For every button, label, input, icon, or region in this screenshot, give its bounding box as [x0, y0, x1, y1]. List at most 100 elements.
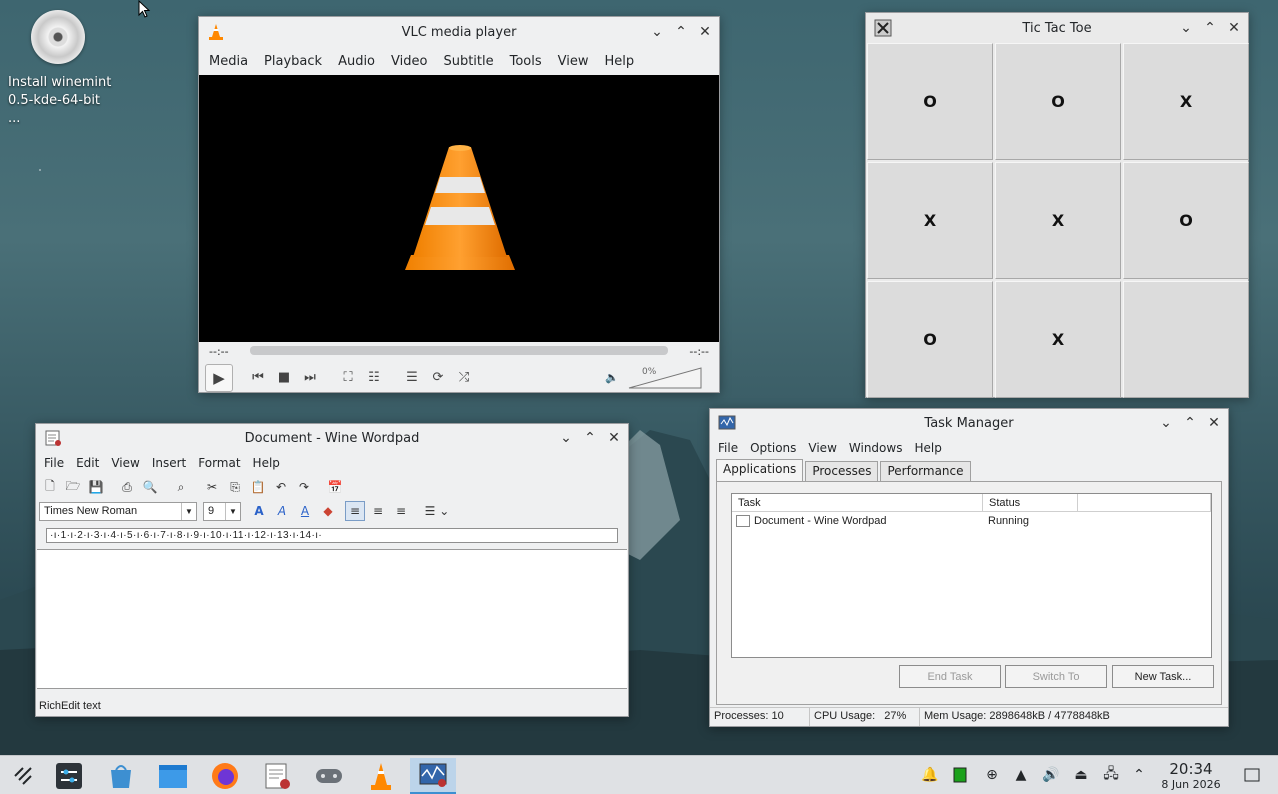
- minimize-button[interactable]: ⌄: [1176, 18, 1196, 38]
- monitor-icon[interactable]: [950, 765, 970, 785]
- tictactoe-titlebar[interactable]: Tic Tac Toe ⌄ ⌃ ✕: [866, 13, 1248, 43]
- board-cell[interactable]: X: [995, 281, 1121, 398]
- playlist-button[interactable]: ☰: [401, 366, 423, 388]
- menu-subtitle[interactable]: Subtitle: [435, 54, 501, 69]
- align-left-icon[interactable]: ≡: [345, 501, 365, 521]
- minimize-button[interactable]: ⌄: [1156, 413, 1176, 433]
- network-icon[interactable]: 🖧: [1101, 765, 1121, 785]
- board-cell[interactable]: X: [995, 162, 1121, 279]
- switch-to-button[interactable]: Switch To: [1005, 665, 1107, 688]
- desktop-icon-install[interactable]: Install winemint 0.5-kde-64-bit ...: [4, 8, 112, 128]
- updates-icon[interactable]: ⊕: [982, 765, 1002, 785]
- menu-file[interactable]: File: [38, 456, 70, 470]
- menu-video[interactable]: Video: [383, 54, 435, 69]
- font-name-select[interactable]: Times New Roman ▼: [39, 501, 197, 521]
- tab-processes[interactable]: Processes: [805, 461, 879, 481]
- color-palette-icon[interactable]: ◆: [318, 501, 338, 521]
- seek-slider[interactable]: [250, 346, 668, 355]
- shuffle-button[interactable]: ⤮: [453, 366, 475, 388]
- next-button[interactable]: ⏭: [299, 366, 321, 388]
- vlc-tray-icon[interactable]: ▲: [1011, 765, 1031, 785]
- system-settings-icon[interactable]: [46, 758, 92, 794]
- align-center-icon[interactable]: ≡: [368, 501, 388, 521]
- volume-icon[interactable]: 🔊: [1041, 765, 1061, 785]
- find-icon[interactable]: ⌕: [171, 477, 191, 497]
- open-icon[interactable]: 🗁: [63, 477, 83, 497]
- minimize-button[interactable]: ⌄: [556, 428, 576, 448]
- menu-tools[interactable]: Tools: [502, 54, 550, 69]
- previous-button[interactable]: ⏮: [247, 366, 269, 388]
- bullets-icon[interactable]: ☰ ⌄: [420, 501, 454, 521]
- undo-icon[interactable]: ↶: [271, 477, 291, 497]
- menu-options[interactable]: Options: [744, 441, 802, 455]
- maximize-button[interactable]: ⌃: [1200, 18, 1220, 38]
- menu-audio[interactable]: Audio: [330, 54, 383, 69]
- task-list[interactable]: Task Status Document - Wine Wordpad Runn…: [731, 493, 1212, 658]
- tictactoe-window[interactable]: Tic Tac Toe ⌄ ⌃ ✕ O O X X X O O X: [865, 12, 1249, 398]
- chevron-up-icon[interactable]: ⌃: [1129, 765, 1149, 785]
- board-cell[interactable]: [1123, 281, 1249, 398]
- font-size-select[interactable]: 9 ▼: [203, 501, 241, 521]
- taskmanager-titlebar[interactable]: Task Manager ⌄ ⌃ ✕: [710, 409, 1228, 437]
- maximize-button[interactable]: ⌃: [580, 428, 600, 448]
- board-cell[interactable]: X: [867, 162, 993, 279]
- fullscreen-button[interactable]: ⛶: [337, 366, 359, 388]
- copy-icon[interactable]: ⎘: [225, 477, 245, 497]
- align-right-icon[interactable]: ≡: [391, 501, 411, 521]
- file-manager-icon[interactable]: [150, 758, 196, 794]
- board-cell[interactable]: O: [867, 281, 993, 398]
- tab-applications[interactable]: Applications: [716, 459, 804, 481]
- close-button[interactable]: ✕: [695, 22, 715, 42]
- taskmanager-window[interactable]: Task Manager ⌄ ⌃ ✕ File Options View Win…: [709, 408, 1229, 727]
- discover-icon[interactable]: [98, 758, 144, 794]
- clock[interactable]: 20:34 8 Jun 2026: [1160, 761, 1222, 792]
- mute-icon[interactable]: 🔈: [601, 366, 623, 388]
- wordpad-titlebar[interactable]: Document - Wine Wordpad ⌄ ⌃ ✕: [36, 424, 628, 452]
- notifications-icon[interactable]: 🔔: [920, 765, 940, 785]
- wordpad-taskbar-icon[interactable]: [254, 758, 300, 794]
- menu-view[interactable]: View: [105, 456, 145, 470]
- column-status[interactable]: Status: [983, 494, 1078, 511]
- tab-performance[interactable]: Performance: [880, 461, 971, 481]
- date-time-icon[interactable]: 📅: [325, 477, 345, 497]
- show-desktop-icon[interactable]: [1242, 765, 1262, 785]
- menu-insert[interactable]: Insert: [146, 456, 192, 470]
- cut-icon[interactable]: ✂: [202, 477, 222, 497]
- italic-icon[interactable]: A: [272, 501, 292, 521]
- underline-icon[interactable]: A: [295, 501, 315, 521]
- table-row[interactable]: Document - Wine Wordpad Running: [732, 512, 1211, 530]
- board-cell[interactable]: O: [1123, 162, 1249, 279]
- menu-help[interactable]: Help: [247, 456, 286, 470]
- document-editor[interactable]: [37, 549, 627, 689]
- close-button[interactable]: ✕: [1224, 18, 1244, 38]
- close-button[interactable]: ✕: [1204, 413, 1224, 433]
- board-cell[interactable]: X: [1123, 43, 1249, 160]
- menu-help[interactable]: Help: [908, 441, 947, 455]
- maximize-button[interactable]: ⌃: [1180, 413, 1200, 433]
- stop-button[interactable]: ■: [273, 366, 295, 388]
- save-icon[interactable]: 💾: [86, 477, 106, 497]
- redo-icon[interactable]: ↷: [294, 477, 314, 497]
- new-task-button[interactable]: New Task...: [1112, 665, 1214, 688]
- end-task-button[interactable]: End Task: [899, 665, 1001, 688]
- print-preview-icon[interactable]: 🔍: [140, 477, 160, 497]
- menu-windows[interactable]: Windows: [843, 441, 909, 455]
- menu-help[interactable]: Help: [597, 54, 643, 69]
- wordpad-window[interactable]: Document - Wine Wordpad ⌄ ⌃ ✕ File Edit …: [35, 423, 629, 717]
- loop-button[interactable]: ⟳: [427, 366, 449, 388]
- maximize-button[interactable]: ⌃: [671, 22, 691, 42]
- menu-format[interactable]: Format: [192, 456, 246, 470]
- menu-file[interactable]: File: [712, 441, 744, 455]
- extended-settings-button[interactable]: ☷: [363, 366, 385, 388]
- new-document-icon[interactable]: 🗋: [40, 477, 60, 497]
- menu-edit[interactable]: Edit: [70, 456, 105, 470]
- close-button[interactable]: ✕: [604, 428, 624, 448]
- menu-playback[interactable]: Playback: [256, 54, 330, 69]
- vlc-taskbar-icon[interactable]: [358, 758, 404, 794]
- video-area[interactable]: [199, 75, 719, 342]
- play-button[interactable]: ▶: [205, 364, 233, 392]
- vlc-window[interactable]: VLC media player ⌄ ⌃ ✕ Media Playback Au…: [198, 16, 720, 393]
- taskmanager-taskbar-icon[interactable]: [410, 758, 456, 794]
- print-icon[interactable]: ⎙: [117, 477, 137, 497]
- column-task[interactable]: Task: [732, 494, 983, 511]
